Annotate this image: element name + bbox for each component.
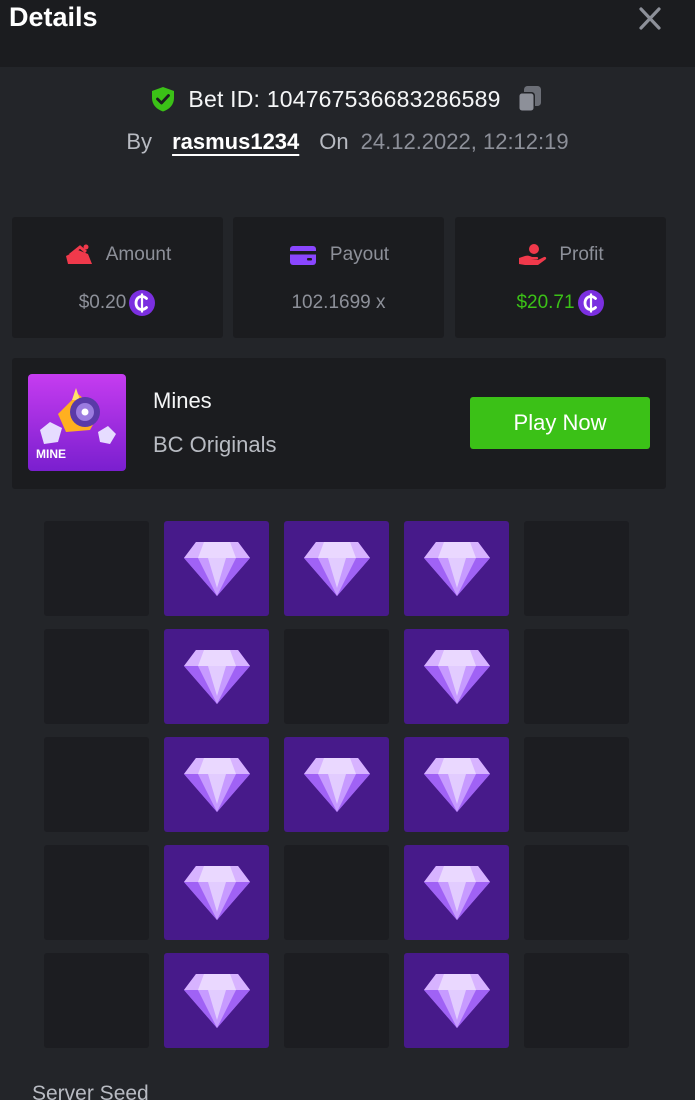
mine-tile [284,845,389,940]
mine-tile [284,629,389,724]
page-title: Details [9,2,98,32]
mine-tile [164,845,269,940]
diamond-icon [424,542,490,596]
bet-id-text: Bet ID: 104767536683286589 [188,85,501,112]
wallet-card-icon [289,246,316,265]
mine-tile [524,845,629,940]
mine-tile [404,629,509,724]
mine-tile [404,737,509,832]
amount-card: Amount $0.20 [12,217,223,338]
profit-hand-icon [519,244,547,265]
close-icon[interactable] [634,4,666,34]
mine-tile [404,953,509,1048]
mine-tile [44,845,149,940]
close-button[interactable] [634,4,666,34]
diamond-icon [304,542,370,596]
payout-label: Payout [329,244,390,265]
profit-label: Profit [559,244,604,265]
diamond-icon [424,974,490,1028]
bc-coin-icon [129,290,156,316]
mine-tile [404,521,509,616]
mine-tile [164,953,269,1048]
mine-tile [44,737,149,832]
shield-check-icon [152,87,175,112]
by-label: By [126,129,153,154]
diamond-icon [424,866,490,920]
mine-tile [284,737,389,832]
copy-icon[interactable] [515,84,545,114]
mine-tile [524,737,629,832]
game-provider: BC Originals [153,432,277,457]
amount-icon [65,244,92,264]
diamond-icon [184,650,250,704]
amount-label: Amount [105,244,172,265]
mine-tile [284,521,389,616]
game-card: MINE Mines BC Originals Play Now [12,358,666,489]
diamond-icon [424,758,490,812]
diamond-icon [184,974,250,1028]
profit-card: Profit $20.71 [455,217,666,338]
bet-author-row: By rasmus1234 On 24.12.2022, 12:12:19 [0,124,695,160]
mine-tile [164,521,269,616]
diamond-icon [184,542,250,596]
diamond-icon [304,758,370,812]
details-header: Details [0,0,695,67]
username-link[interactable]: rasmus1234 [172,129,299,155]
play-now-button[interactable]: Play Now [470,397,650,449]
mine-tile [524,521,629,616]
amount-value: $0.20 [78,292,127,313]
mine-tile [404,845,509,940]
game-name: Mines [153,388,212,413]
on-label: On [319,129,349,154]
mine-tile [44,953,149,1048]
game-thumbnail[interactable]: MINE [28,374,126,471]
mine-tile [524,953,629,1048]
mine-tile [164,629,269,724]
mine-tile [524,629,629,724]
mine-tile [44,629,149,724]
mine-tile [164,737,269,832]
payout-card: Payout 102.1699 x [233,217,444,338]
profit-value: $20.71 [516,292,575,313]
server-seed-label: Server Seed [32,1082,149,1100]
diamond-icon [184,758,250,812]
diamond-icon [424,650,490,704]
mine-tile [284,953,389,1048]
bet-id-row: Bet ID: 104767536683286589 [0,80,695,118]
bet-datetime: 24.12.2022, 12:12:19 [360,129,569,154]
game-thumbnail-text: MINE [36,447,66,461]
bc-coin-icon [577,290,604,316]
diamond-icon [184,866,250,920]
mine-tile [44,521,149,616]
payout-value: 102.1699 x [291,292,386,313]
